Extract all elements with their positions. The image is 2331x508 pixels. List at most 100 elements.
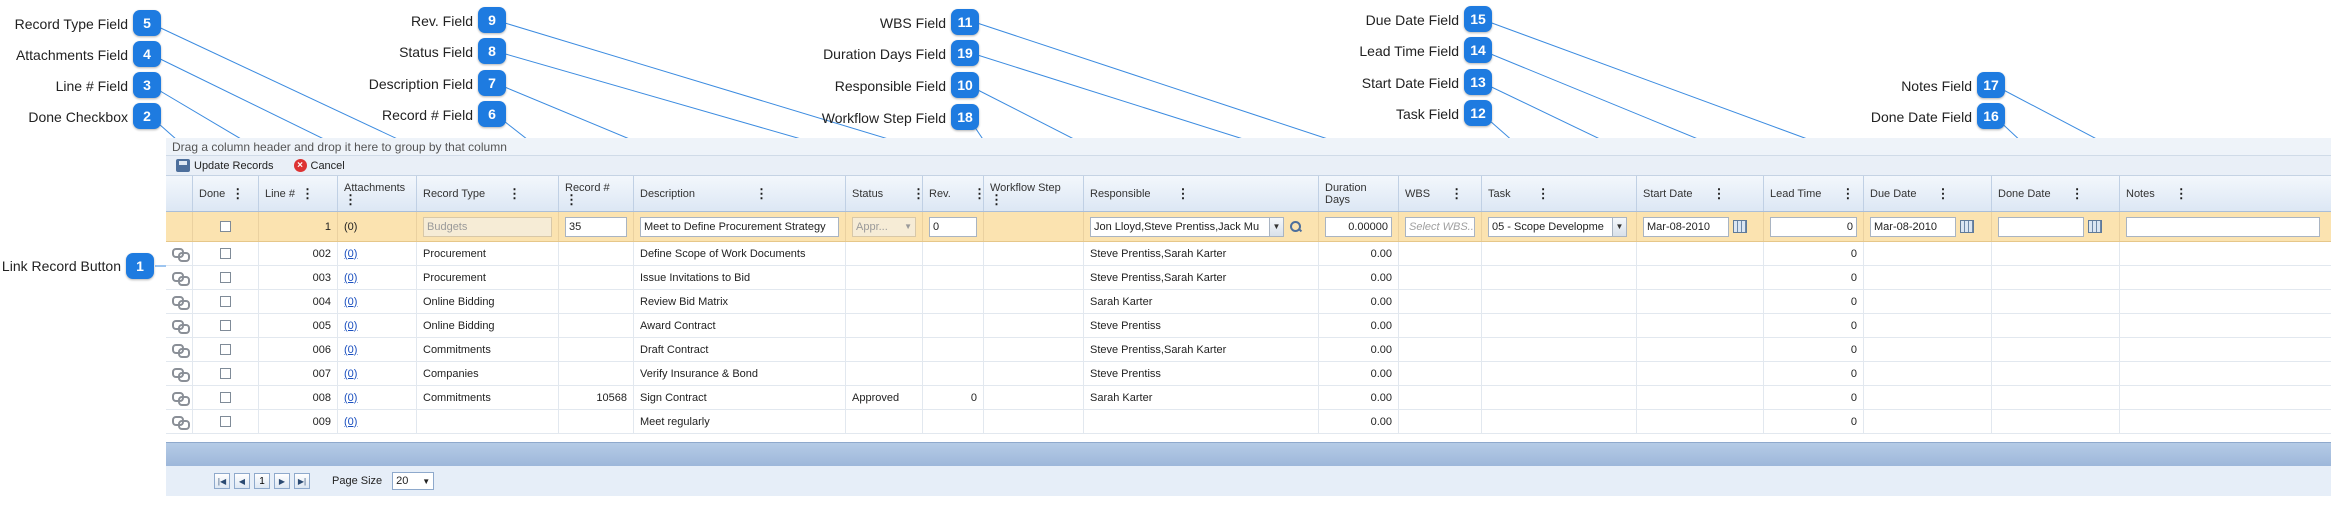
next-page-button[interactable]: ▶ <box>274 473 290 489</box>
column-header-done[interactable]: Done ⋮ <box>193 176 259 211</box>
attachments-link[interactable]: (0) <box>344 416 357 428</box>
current-page-button[interactable]: 1 <box>254 473 270 489</box>
done-checkbox[interactable] <box>220 368 231 379</box>
column-header-done-date[interactable]: Done Date ⋮ <box>1992 176 2120 211</box>
update-records-button[interactable]: Update Records <box>176 159 274 172</box>
table-row[interactable]: 003 (0) Procurement Issue Invitations to Bi… <box>166 266 2331 290</box>
attachments-link[interactable]: (0) <box>344 344 357 356</box>
column-header-record-number[interactable]: Record # ⋮ <box>559 176 634 211</box>
attachments-link[interactable]: (0) <box>344 248 357 260</box>
search-icon[interactable] <box>1290 220 1302 233</box>
attachments-link[interactable]: (0) <box>344 296 357 308</box>
page-size-select[interactable]: 20 ▼ <box>392 472 435 490</box>
column-menu-icon[interactable]: ⋮ <box>1177 187 1190 200</box>
task-dropdown-button[interactable]: ▼ <box>1613 216 1627 237</box>
column-menu-icon[interactable]: ⋮ <box>990 193 1003 206</box>
notes-input[interactable] <box>2126 216 2320 237</box>
table-row[interactable]: 005 (0) Online Bidding Award Contract Steve … <box>166 314 2331 338</box>
task-select[interactable]: 05 - Scope Developme <box>1488 216 1613 237</box>
column-header-task[interactable]: Task ⋮ <box>1482 176 1637 211</box>
column-header-description[interactable]: Description ⋮ <box>634 176 846 211</box>
calendar-icon[interactable] <box>1960 220 1974 233</box>
attachments-link[interactable]: (0) <box>344 320 357 332</box>
column-menu-icon[interactable]: ⋮ <box>1450 187 1463 200</box>
column-header-workflow-step[interactable]: Workflow Step ⋮ <box>984 176 1084 211</box>
column-menu-icon[interactable]: ⋮ <box>2175 187 2188 200</box>
link-record-icon[interactable] <box>172 271 190 286</box>
rev-input[interactable]: 0 <box>929 216 977 237</box>
done-checkbox[interactable] <box>220 248 231 259</box>
start-date-input[interactable]: Mar-08-2010 <box>1643 216 1729 237</box>
link-record-icon[interactable] <box>172 343 190 358</box>
column-header-due-date[interactable]: Due Date ⋮ <box>1864 176 1992 211</box>
table-row[interactable]: 002 (0) Procurement Define Scope of Work Do… <box>166 242 2331 266</box>
column-menu-icon[interactable]: ⋮ <box>1713 187 1726 200</box>
column-header-attachments[interactable]: Attachments ⋮ <box>338 176 417 211</box>
link-record-icon[interactable] <box>172 295 190 310</box>
done-checkbox[interactable] <box>220 272 231 283</box>
column-header-record-type[interactable]: Record Type ⋮ <box>417 176 559 211</box>
link-record-icon[interactable] <box>172 391 190 406</box>
duration-days-input[interactable]: 0.00000 <box>1325 216 1392 237</box>
column-menu-icon[interactable]: ⋮ <box>1841 187 1854 200</box>
table-row[interactable]: 006 (0) Commitments Draft Contract Steve Pre… <box>166 338 2331 362</box>
wbs-select[interactable]: Select WBS... <box>1405 216 1475 237</box>
column-menu-icon[interactable]: ⋮ <box>231 187 244 200</box>
first-page-button[interactable]: |◀ <box>214 473 230 489</box>
calendar-icon[interactable] <box>1733 220 1747 233</box>
column-menu-icon[interactable]: ⋮ <box>2071 187 2084 200</box>
column-header-notes[interactable]: Notes ⋮ <box>2120 176 2326 211</box>
column-menu-icon[interactable]: ⋮ <box>565 193 578 206</box>
column-menu-icon[interactable]: ⋮ <box>508 187 521 200</box>
link-record-icon[interactable] <box>172 367 190 382</box>
column-header-status[interactable]: Status ⋮ <box>846 176 925 211</box>
done-checkbox[interactable] <box>220 416 231 427</box>
link-record-icon[interactable] <box>172 319 190 334</box>
group-by-panel[interactable]: Drag a column header and drop it here to… <box>166 138 2331 156</box>
column-menu-icon[interactable]: ⋮ <box>973 187 986 200</box>
column-menu-icon[interactable]: ⋮ <box>344 193 357 206</box>
attachments-link[interactable]: (0) <box>344 392 357 404</box>
last-page-button[interactable]: ▶| <box>294 473 310 489</box>
attachments-link[interactable]: (0) <box>344 272 357 284</box>
record-number-input[interactable]: 35 <box>565 216 627 237</box>
done-date-input[interactable] <box>1998 216 2084 237</box>
table-row[interactable]: 007 (0) Companies Verify Insurance & Bond St… <box>166 362 2331 386</box>
record-type-input[interactable]: Budgets <box>423 216 552 237</box>
done-checkbox[interactable] <box>220 392 231 403</box>
attachments-cell[interactable]: (0) <box>338 212 417 241</box>
column-header-line[interactable]: Line # ⋮ <box>259 176 338 211</box>
column-menu-icon[interactable]: ⋮ <box>755 187 768 200</box>
column-menu-icon[interactable]: ⋮ <box>301 187 314 200</box>
done-checkbox[interactable] <box>220 344 231 355</box>
responsible-select[interactable]: Jon Lloyd,Steve Prentiss,Jack Mu <box>1090 216 1270 237</box>
column-menu-icon[interactable]: ⋮ <box>1537 187 1550 200</box>
table-row[interactable]: 009 (0) Meet regularly 0.00 0 <box>166 410 2331 434</box>
column-header-duration-days[interactable]: Duration Days <box>1319 176 1399 211</box>
column-header-responsible[interactable]: Responsible ⋮ <box>1084 176 1319 211</box>
status-select[interactable]: Appr... ▼ <box>852 216 916 237</box>
callout-badge-16: 16 <box>1977 103 2005 129</box>
description-input[interactable]: Meet to Define Procurement Strategy <box>640 216 839 237</box>
callout-label-wbs: WBS Field <box>879 15 946 31</box>
previous-page-button[interactable]: ◀ <box>234 473 250 489</box>
attachments-link[interactable]: (0) <box>344 368 357 380</box>
column-header-wbs[interactable]: WBS ⋮ <box>1399 176 1482 211</box>
link-record-icon[interactable] <box>172 247 190 262</box>
calendar-icon[interactable] <box>2088 220 2102 233</box>
link-record-icon[interactable] <box>172 415 190 430</box>
column-header-start-date[interactable]: Start Date ⋮ <box>1637 176 1764 211</box>
done-checkbox[interactable] <box>220 296 231 307</box>
responsible-dropdown-button[interactable]: ▼ <box>1270 216 1284 237</box>
cancel-button[interactable]: × Cancel <box>293 159 345 172</box>
lead-time-input[interactable]: 0 <box>1770 216 1857 237</box>
column-header-rev[interactable]: Rev. ⋮ <box>923 176 986 211</box>
due-date-input[interactable]: Mar-08-2010 <box>1870 216 1956 237</box>
column-header-lead-time[interactable]: Lead Time ⋮ <box>1764 176 1864 211</box>
done-checkbox[interactable] <box>220 320 231 331</box>
table-row[interactable]: 004 (0) Online Bidding Review Bid Matrix Sar… <box>166 290 2331 314</box>
table-row[interactable]: 008 (0) Commitments 10568 Sign Contract Appro… <box>166 386 2331 410</box>
column-menu-icon[interactable]: ⋮ <box>912 187 925 200</box>
done-checkbox[interactable] <box>220 221 231 232</box>
column-menu-icon[interactable]: ⋮ <box>1936 187 1949 200</box>
